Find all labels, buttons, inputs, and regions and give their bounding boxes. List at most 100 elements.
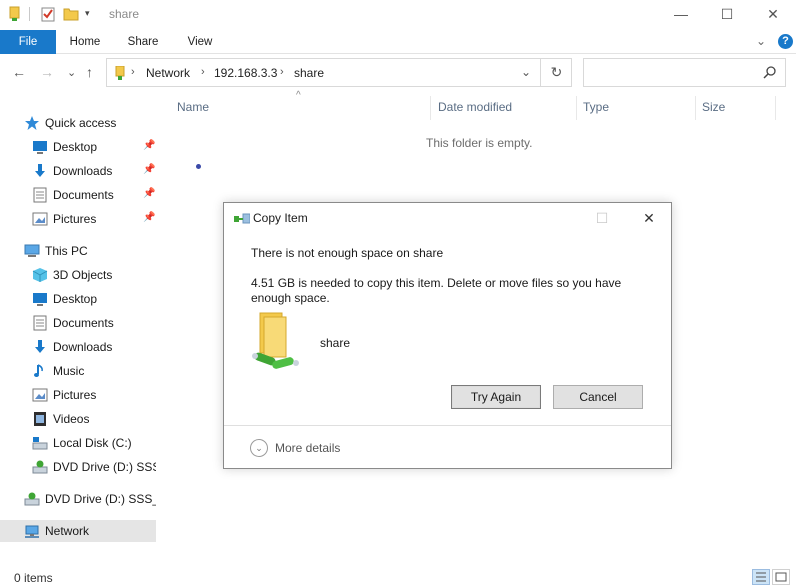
sidebar-item-downloads-pc[interactable]: Downloads <box>0 336 156 358</box>
sidebar-item-label: Local Disk (C:) <box>53 436 132 450</box>
breadcrumb-separator[interactable]: › <box>201 66 205 78</box>
sidebar-item-dvd-drive-root[interactable]: DVD Drive (D:) SSS_X6 <box>0 488 156 510</box>
column-divider[interactable] <box>775 96 776 120</box>
video-icon <box>34 412 46 426</box>
sidebar-item-label: Pictures <box>53 388 97 402</box>
sidebar-item-videos[interactable]: Videos <box>0 408 156 430</box>
network-icon <box>25 525 39 538</box>
refresh-button[interactable]: ↻ <box>540 59 572 86</box>
title-separator <box>29 7 30 21</box>
sidebar-item-label: Desktop <box>53 140 98 154</box>
try-again-button[interactable]: Try Again <box>451 385 541 409</box>
column-divider[interactable] <box>695 96 696 120</box>
star-icon <box>25 116 39 130</box>
network-folder-icon <box>115 66 125 80</box>
document-icon <box>33 315 47 331</box>
large-icons-view-icon <box>775 572 787 582</box>
sidebar-item-downloads[interactable]: Downloads 📌 <box>0 160 156 182</box>
sidebar-item-this-pc[interactable]: This PC <box>0 240 156 262</box>
sidebar-item-music[interactable]: Music <box>0 360 156 382</box>
up-arrow-icon[interactable]: ↑ <box>86 64 93 80</box>
address-bar[interactable]: › Network › 192.168.3.3 › share ⌄ ↻ <box>106 58 572 87</box>
search-icon[interactable] <box>763 65 777 79</box>
address-history-chevron-icon[interactable]: ⌄ <box>521 65 531 79</box>
expand-ribbon-chevron-icon[interactable]: ⌄ <box>756 34 766 48</box>
sidebar-item-label: Documents <box>53 188 114 202</box>
minimize-button[interactable]: — <box>658 0 704 28</box>
sidebar-item-documents-pc[interactable]: Documents <box>0 312 156 334</box>
dialog-divider <box>224 425 671 426</box>
breadcrumb-separator[interactable]: › <box>131 66 135 78</box>
pin-icon[interactable]: 📌 <box>143 164 155 175</box>
help-icon[interactable]: ? <box>778 34 793 49</box>
more-details-link[interactable]: More details <box>275 441 340 455</box>
close-button[interactable]: ✕ <box>750 0 796 28</box>
breadcrumb-network[interactable]: Network <box>146 66 190 80</box>
large-icons-view-button[interactable] <box>772 569 790 585</box>
column-header-name[interactable]: Name <box>177 100 209 114</box>
sort-ascending-icon: ^ <box>296 90 301 101</box>
pin-icon[interactable]: 📌 <box>143 212 155 223</box>
sidebar-item-pictures[interactable]: Pictures 📌 <box>0 208 156 230</box>
breadcrumb-separator[interactable]: › <box>280 66 284 78</box>
column-divider[interactable] <box>430 96 431 120</box>
column-header-type[interactable]: Type <box>583 100 609 114</box>
copy-item-dialog: Copy Item ☐ ✕ There is not enough space … <box>223 202 672 469</box>
navigation-pane: Quick access Desktop 📌 Downloads 📌 Docum… <box>0 110 160 560</box>
tab-view[interactable]: View <box>178 30 222 54</box>
sidebar-item-label: Network <box>45 524 90 538</box>
dialog-close-button[interactable]: ✕ <box>634 207 664 229</box>
dvd-icon <box>32 460 48 474</box>
dvd-icon <box>24 492 40 506</box>
music-icon <box>34 364 43 377</box>
pin-icon[interactable]: 📌 <box>143 188 155 199</box>
tab-file[interactable]: File <box>0 30 56 54</box>
details-view-icon <box>756 572 766 582</box>
new-folder-icon[interactable] <box>63 6 79 22</box>
network-share-icon <box>252 312 299 369</box>
window-title: share <box>109 7 140 21</box>
maximize-button[interactable]: ☐ <box>704 0 750 28</box>
customize-toolbar-chevron-icon[interactable]: ▾ <box>85 8 90 19</box>
sidebar-item-label: Music <box>53 364 85 378</box>
sidebar-item-label: Pictures <box>53 212 97 226</box>
sidebar-item-network[interactable]: Network <box>0 520 156 542</box>
dialog-message: 4.51 GB is needed to copy this item. Del… <box>251 276 622 305</box>
recent-locations-chevron-icon[interactable]: ⌄ <box>67 66 76 79</box>
sidebar-item-pictures-pc[interactable]: Pictures <box>0 384 156 406</box>
pictures-icon <box>32 212 48 226</box>
sidebar-item-documents[interactable]: Documents 📌 <box>0 184 156 206</box>
folder-quick-access-icon[interactable] <box>7 6 23 22</box>
breadcrumb-share[interactable]: share <box>294 66 324 80</box>
copy-item-icon <box>234 213 250 224</box>
back-arrow-icon[interactable]: ← <box>12 64 26 80</box>
pc-icon <box>24 244 40 257</box>
sidebar-item-desktop[interactable]: Desktop 📌 <box>0 136 156 158</box>
sidebar-item-local-disk[interactable]: Local Disk (C:) <box>0 432 156 454</box>
column-header-size[interactable]: Size <box>702 100 725 114</box>
sidebar-item-label: DVD Drive (D:) SSS_X <box>53 460 156 474</box>
forward-arrow-icon[interactable]: → <box>40 64 54 80</box>
more-details-chevron-icon[interactable]: ⌄ <box>250 439 268 457</box>
search-input[interactable] <box>583 58 786 87</box>
sidebar-item-label: 3D Objects <box>53 268 113 282</box>
share-name-label: share <box>320 336 351 350</box>
cancel-button[interactable]: Cancel <box>553 385 643 409</box>
sidebar-item-label: Quick access <box>45 116 117 130</box>
tab-home[interactable]: Home <box>62 30 108 54</box>
sidebar-item-quick-access[interactable]: Quick access <box>0 112 156 134</box>
breadcrumb-host[interactable]: 192.168.3.3 <box>214 66 277 80</box>
download-icon <box>35 340 45 353</box>
sidebar-item-label: DVD Drive (D:) SSS_X6 <box>45 492 156 506</box>
column-header-date-modified[interactable]: Date modified <box>438 100 512 114</box>
pin-icon[interactable]: 📌 <box>143 140 155 151</box>
sidebar-item-3d-objects[interactable]: 3D Objects <box>0 264 156 286</box>
desktop-icon <box>33 141 47 154</box>
sidebar-item-dvd-drive[interactable]: DVD Drive (D:) SSS_X <box>0 456 156 478</box>
properties-icon[interactable] <box>40 6 56 22</box>
column-divider[interactable] <box>576 96 577 120</box>
sidebar-item-desktop-pc[interactable]: Desktop <box>0 288 156 310</box>
details-view-button[interactable] <box>752 569 770 585</box>
tab-share[interactable]: Share <box>120 30 166 54</box>
dialog-maximize-button[interactable]: ☐ <box>587 207 617 229</box>
